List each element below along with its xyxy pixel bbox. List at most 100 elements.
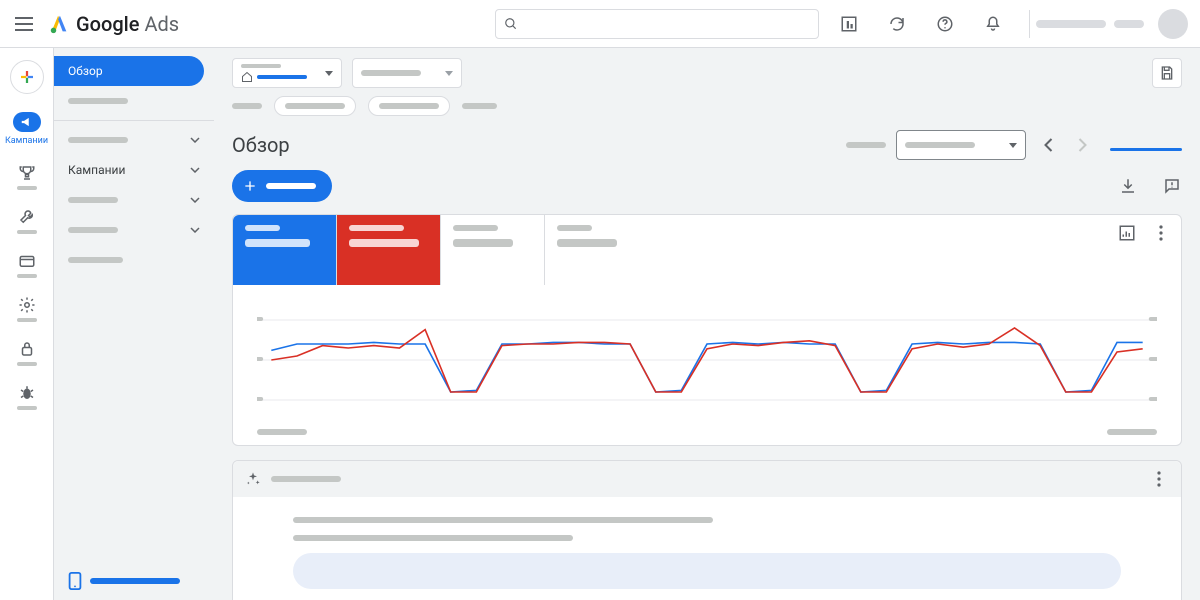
download-button[interactable] — [1118, 176, 1138, 196]
rec-sub-skel — [293, 535, 573, 541]
reports-button[interactable] — [839, 14, 859, 34]
sidebar-item-skel-5[interactable] — [54, 245, 214, 275]
refresh-icon — [888, 15, 906, 33]
filter-chip-1[interactable] — [274, 96, 356, 116]
rail-item-tools[interactable] — [0, 208, 53, 234]
rail-item-settings[interactable] — [0, 296, 53, 322]
account-selector[interactable] — [232, 58, 342, 88]
refresh-button[interactable] — [887, 14, 907, 34]
sidebar-item-skel-1[interactable] — [54, 86, 214, 116]
page-title: Обзор — [232, 133, 290, 157]
hamburger-menu-button[interactable] — [12, 12, 36, 36]
card-icon — [18, 252, 36, 270]
comparison-toggle[interactable] — [1110, 148, 1182, 151]
chip-skel — [462, 103, 497, 109]
chart-start-label — [257, 429, 307, 435]
chevron-right-icon — [1078, 138, 1087, 152]
megaphone-icon — [20, 116, 34, 128]
filter-chip-row — [232, 96, 1182, 116]
create-fab[interactable] — [10, 60, 44, 94]
prev-period-button[interactable] — [1036, 133, 1060, 157]
bug-icon — [18, 384, 36, 402]
mobile-icon — [68, 572, 82, 590]
sidebar-item-campaigns[interactable]: Кампании — [54, 155, 214, 185]
date-range-selector[interactable] — [896, 130, 1026, 160]
reports-icon — [840, 15, 858, 33]
plus-multicolor-icon — [18, 68, 36, 86]
sidebar-item-skel-2[interactable] — [54, 125, 214, 155]
hamburger-icon — [15, 17, 33, 31]
sidebar-footer[interactable] — [54, 572, 214, 590]
new-campaign-button[interactable] — [232, 170, 332, 202]
lock-icon — [18, 340, 36, 358]
header-icon-group — [839, 14, 1003, 34]
metric-tab-1[interactable] — [233, 215, 337, 285]
trophy-icon — [18, 164, 36, 182]
metric-tab-2[interactable] — [337, 215, 441, 285]
metric-tab-4[interactable] — [545, 215, 649, 285]
rec-headline-skel — [293, 517, 713, 523]
rail-item-security[interactable] — [0, 340, 53, 366]
campaign-selector[interactable] — [352, 58, 462, 88]
button-label-skel — [266, 183, 316, 189]
rail-item-goals[interactable] — [0, 164, 53, 190]
header-divider — [1029, 10, 1030, 38]
rail-campaigns-label: Кампании — [5, 136, 48, 146]
performance-chart-card — [232, 214, 1182, 446]
download-icon — [1119, 177, 1137, 195]
save-view-button[interactable] — [1152, 58, 1182, 88]
sidebar-campaigns-label: Кампании — [68, 163, 125, 177]
main-content: Обзор — [214, 48, 1200, 600]
sidebar-overview-label: Обзор — [68, 64, 103, 78]
page-title-row: Обзор — [232, 130, 1182, 160]
chart-menu-button[interactable] — [1151, 223, 1171, 243]
sidebar-item-overview[interactable]: Обзор — [54, 56, 204, 86]
save-icon — [1159, 65, 1175, 81]
search-icon — [504, 17, 518, 31]
rail-skel — [17, 230, 37, 234]
triangle-down-icon — [325, 71, 333, 76]
line-chart — [257, 305, 1157, 415]
chart-end-label — [1107, 429, 1157, 435]
ads-logo-icon — [48, 13, 70, 35]
notifications-button[interactable] — [983, 14, 1003, 34]
chevron-left-icon — [1044, 138, 1053, 152]
feedback-icon — [1163, 177, 1181, 195]
metric-tabs — [233, 215, 1181, 285]
rail-skel — [17, 274, 37, 278]
expand-chart-button[interactable] — [1117, 223, 1137, 243]
feedback-button[interactable] — [1162, 176, 1182, 196]
metric-tab-3[interactable] — [441, 215, 545, 285]
rec-menu-button[interactable] — [1149, 469, 1169, 489]
recommendations-body — [233, 497, 1181, 600]
rail-item-billing[interactable] — [0, 252, 53, 278]
brand-word-2: Ads — [144, 12, 179, 36]
nav-rail: Кампании — [0, 48, 54, 600]
rail-item-debug[interactable] — [0, 384, 53, 410]
next-period-button — [1070, 133, 1094, 157]
filter-chip-2[interactable] — [368, 96, 450, 116]
recommendations-card — [232, 460, 1182, 600]
sidebar-item-skel-4[interactable] — [54, 215, 214, 245]
more-vert-icon — [1157, 471, 1161, 487]
chevron-down-icon — [190, 137, 200, 143]
chart-area — [233, 285, 1181, 429]
chevron-down-icon — [190, 227, 200, 233]
sidebar-footer-skel — [90, 578, 180, 584]
user-avatar[interactable] — [1158, 9, 1188, 39]
more-vert-icon — [1159, 225, 1163, 241]
plus-icon — [242, 178, 258, 194]
tools-icon — [18, 208, 36, 226]
secondary-sidebar: Обзор Кампании — [54, 48, 214, 600]
triangle-down-icon — [445, 71, 453, 76]
rail-skel — [17, 318, 37, 322]
sidebar-item-skel-3[interactable] — [54, 185, 214, 215]
rail-item-campaigns[interactable]: Кампании — [0, 112, 53, 146]
action-row — [232, 170, 1182, 202]
rec-input[interactable] — [293, 553, 1121, 589]
global-search-input[interactable] — [495, 9, 819, 39]
chevron-down-icon — [190, 167, 200, 173]
account-skel-1 — [1036, 20, 1106, 28]
bell-icon — [984, 15, 1002, 33]
help-button[interactable] — [935, 14, 955, 34]
